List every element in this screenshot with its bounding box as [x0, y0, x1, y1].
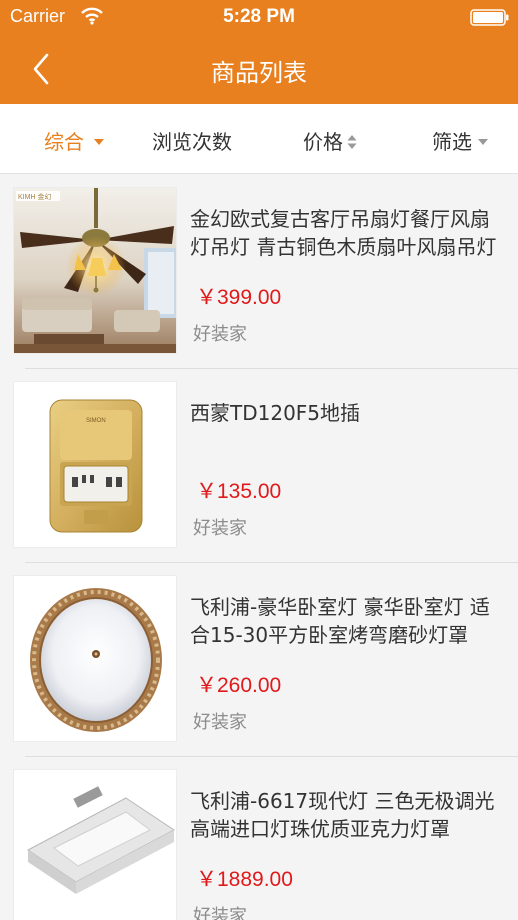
product-item[interactable]: 飞利浦-豪华卧室灯 豪华卧室灯 适合15-30平方卧室烤弯磨砂灯罩 ￥260.0…	[0, 563, 518, 757]
triangle-down-icon	[478, 139, 488, 145]
product-title: 金幻欧式复古客厅吊扇灯餐厅风扇灯吊灯 青古铜色木质扇叶风扇吊灯	[190, 207, 497, 259]
product-shop: 好装家	[193, 324, 247, 345]
filter-label-filter: 筛选	[432, 130, 472, 154]
product-title: 西蒙TD120F5地插	[190, 401, 361, 425]
sort-icon	[347, 134, 357, 149]
filter-tab-price[interactable]: 价格	[303, 126, 357, 155]
product-item[interactable]: KIMH 金幻 金幻欧式复古客厅吊扇灯餐厅风扇灯吊灯 青古铜色木质扇叶风扇吊灯 …	[0, 175, 518, 369]
filter-tab-filter[interactable]: 筛选	[432, 126, 488, 155]
product-price: ￥260.00	[196, 674, 282, 697]
filter-label-price: 价格	[303, 130, 343, 154]
filter-label-views: 浏览次数	[152, 130, 232, 154]
filter-tab-views[interactable]: 浏览次数	[152, 126, 232, 155]
product-price: ￥399.00	[196, 286, 282, 309]
product-image-square-panel-light	[13, 769, 177, 920]
product-title: 飞利浦-6617现代灯 三色无极调光高端进口灯珠优质亚克力灯罩	[190, 789, 495, 841]
product-image-floor-socket: SIMON	[13, 381, 177, 548]
triangle-down-icon	[94, 139, 104, 145]
product-item[interactable]: 飞利浦-6617现代灯 三色无极调光高端进口灯珠优质亚克力灯罩 ￥1889.00…	[0, 757, 518, 920]
page-title: 商品列表	[211, 59, 307, 87]
filter-bar: 综合 浏览次数 价格 筛选	[0, 104, 518, 174]
product-price: ￥135.00	[196, 480, 282, 503]
filter-tab-comprehensive[interactable]: 综合	[44, 126, 104, 155]
product-shop: 好装家	[193, 712, 247, 733]
product-title: 飞利浦-豪华卧室灯 豪华卧室灯 适合15-30平方卧室烤弯磨砂灯罩	[190, 595, 490, 647]
product-image-ceiling-fan-lamp: KIMH 金幻	[13, 187, 177, 354]
brand-watermark: SIMON	[86, 418, 106, 424]
brand-watermark: KIMH 金幻	[18, 192, 51, 201]
filter-label-comprehensive: 综合	[44, 130, 84, 154]
nav-bar: 商品列表	[0, 34, 518, 104]
product-image-round-ceiling-light	[13, 575, 177, 742]
product-shop: 好装家	[193, 906, 247, 920]
product-price: ￥1889.00	[196, 868, 293, 891]
product-shop: 好装家	[193, 518, 247, 539]
status-time: 5:28 PM	[223, 6, 295, 27]
battery-icon	[470, 9, 509, 26]
status-bar: Carrier 5:28 PM	[0, 0, 518, 34]
product-item[interactable]: SIMON 西蒙TD120F5地插 ￥135.00 好装家	[0, 369, 518, 563]
